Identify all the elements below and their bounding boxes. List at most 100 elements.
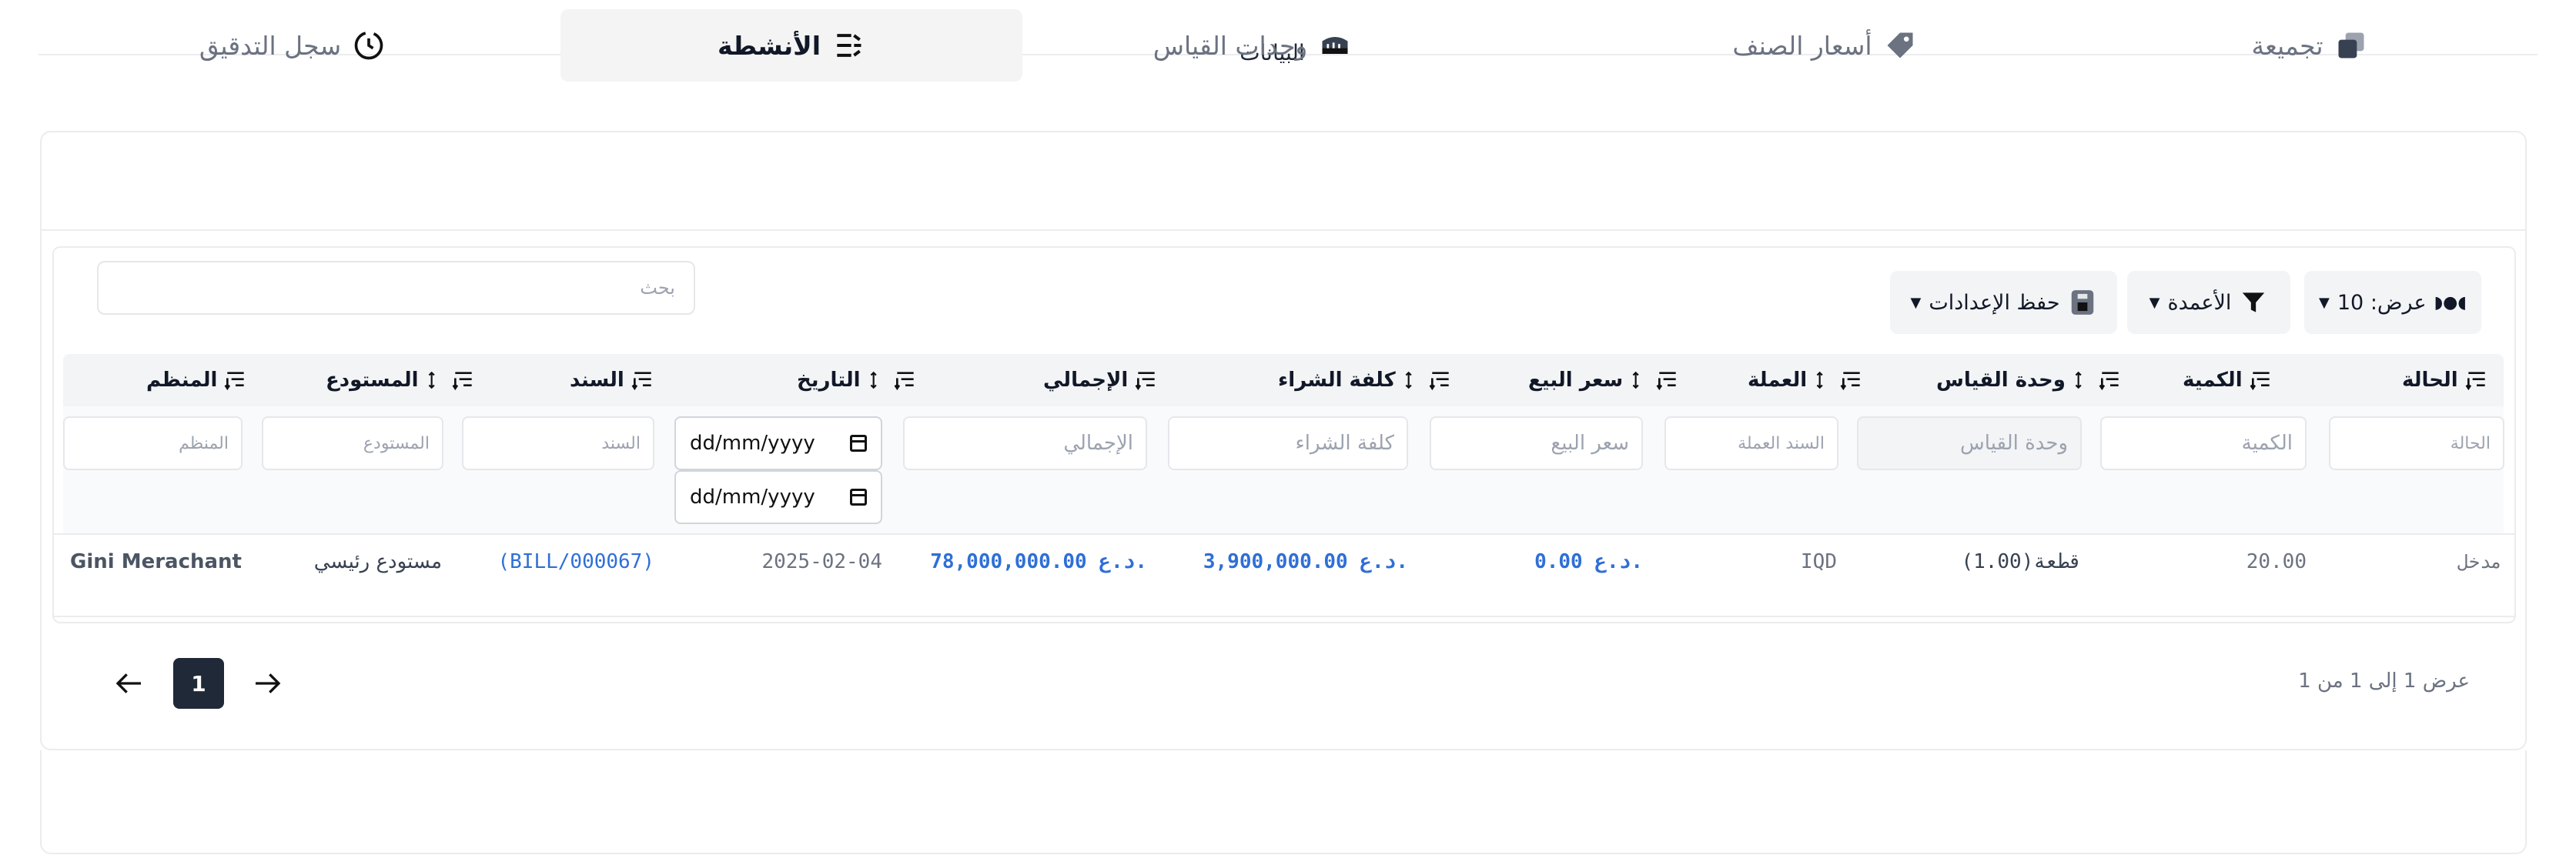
col-header-label: سعر البيع xyxy=(1528,369,1624,392)
sort-arrows-icon xyxy=(1405,371,1412,389)
filter-quantity-input[interactable] xyxy=(2100,416,2307,470)
sort-icon xyxy=(1135,372,1155,391)
page-size-label: عرض: 10 xyxy=(2337,290,2427,315)
tab-label: تجميعة xyxy=(2251,30,2323,61)
sort-arrows-icon xyxy=(870,371,877,389)
cell-warehouse: مستودع رئيسي xyxy=(313,550,442,573)
sort-arrows-icon xyxy=(1816,371,1823,389)
col-header-status[interactable]: الحالة xyxy=(2402,366,2489,394)
sort-icon xyxy=(2099,372,2119,391)
col-header-sale-price[interactable]: سعر البيع xyxy=(1528,366,1680,394)
search-input[interactable] xyxy=(97,261,695,315)
col-header-purchase-cost[interactable]: كلفة الشراء xyxy=(1278,366,1453,394)
chevron-down-icon: ▼ xyxy=(2319,294,2330,311)
cell-quantity: 20.00 xyxy=(2246,550,2307,573)
chevron-down-icon: ▼ xyxy=(1910,294,1922,311)
list-tree-icon xyxy=(837,34,861,57)
save-icon xyxy=(2071,290,2093,315)
col-header-voucher[interactable]: السند xyxy=(570,366,655,394)
sort-icon xyxy=(894,372,914,391)
filter-currency-input[interactable] xyxy=(1664,416,1838,470)
filter-status-input[interactable] xyxy=(2329,416,2504,470)
col-header-label: كلفة الشراء xyxy=(1278,369,1396,392)
tab-activities[interactable]: الأنشطة xyxy=(560,9,1022,82)
date-placeholder: dd/mm/yyyy xyxy=(690,432,815,455)
sort-icon xyxy=(1840,372,1860,391)
save-settings-label: حفظ الإعدادات xyxy=(1929,290,2060,315)
card-footer-area xyxy=(40,750,2527,854)
sort-icon xyxy=(2250,372,2270,391)
tab-bundle[interactable]: تجميعة xyxy=(2109,9,2510,82)
ruler-icon xyxy=(1322,37,1348,54)
col-header-uom[interactable]: وحدة القياس xyxy=(1936,366,2123,394)
col-header-currency[interactable]: العملة xyxy=(1748,366,1864,394)
col-header-organizer[interactable]: المنظم xyxy=(146,366,248,394)
sort-icon xyxy=(1656,372,1676,391)
tab-label: الأنشطة xyxy=(718,30,821,61)
tab-audit-log[interactable]: سجل التدقيق xyxy=(100,9,485,82)
columns-label: الأعمدة xyxy=(2167,290,2232,315)
cell-status: مدخل xyxy=(2457,551,2502,573)
filter-organizer-input[interactable] xyxy=(63,416,243,470)
calendar-icon xyxy=(850,489,867,506)
tab-units-of-measure[interactable]: وحدات القياس xyxy=(1022,9,1484,82)
tab-item-prices[interactable]: أسعار الصنف xyxy=(1594,9,2056,82)
calendar-icon xyxy=(850,435,867,452)
filter-date-from[interactable]: dd/mm/yyyy xyxy=(674,416,882,470)
sort-arrows-icon xyxy=(428,371,435,389)
filter-warehouse-input[interactable] xyxy=(262,416,443,470)
pagination-info: عرض 1 إلى 1 من 1 xyxy=(2298,670,2470,693)
col-header-label: المستودع xyxy=(326,369,419,392)
pagination-prev-button[interactable] xyxy=(104,658,155,709)
save-settings-dropdown[interactable]: حفظ الإعدادات ▼ xyxy=(1890,271,2117,334)
sort-icon xyxy=(1429,372,1449,391)
layers-icon xyxy=(2338,32,2364,58)
pagination-page-1[interactable]: 1 xyxy=(173,658,224,709)
sort-icon xyxy=(631,372,651,391)
history-clock-icon xyxy=(354,31,383,60)
tab-label: سجل التدقيق xyxy=(199,30,342,61)
toggle-icon: ◖●◗ xyxy=(2434,292,2467,312)
col-header-date[interactable]: التاريخ xyxy=(797,366,918,394)
tag-icon xyxy=(1887,32,1913,58)
filter-icon xyxy=(2243,292,2265,312)
columns-dropdown[interactable]: الأعمدة ▼ xyxy=(2127,271,2290,334)
date-placeholder: dd/mm/yyyy xyxy=(690,486,815,509)
col-header-label: المنظم xyxy=(146,369,218,392)
filter-voucher-input[interactable] xyxy=(462,416,654,470)
filter-total-input[interactable] xyxy=(903,416,1147,470)
sort-arrows-icon xyxy=(1632,371,1639,389)
cell-purchase-cost: 3,900,000.00 د.ع. xyxy=(1203,550,1408,573)
sort-arrows-icon xyxy=(2075,371,2082,389)
filter-purchase-cost-input[interactable] xyxy=(1168,416,1408,470)
col-header-label: الإجمالي xyxy=(1043,369,1129,392)
tab-bar xyxy=(42,132,2525,231)
pagination-next-button[interactable] xyxy=(242,658,293,709)
cell-total: 78,000,000.00 د.ع. xyxy=(930,550,1147,573)
cell-currency: IQD xyxy=(1801,550,1837,573)
chevron-down-icon: ▼ xyxy=(2149,294,2160,311)
col-header-label: الكمية xyxy=(2183,369,2243,392)
filter-date-to[interactable]: dd/mm/yyyy xyxy=(674,470,882,524)
row-divider xyxy=(52,616,2516,617)
col-header-warehouse[interactable]: المستودع xyxy=(326,366,476,394)
col-header-label: التاريخ xyxy=(797,369,861,392)
cell-sale-price: 0.00 د.ع. xyxy=(1534,550,1643,573)
arrow-left-icon xyxy=(115,673,141,693)
col-header-label: وحدة القياس xyxy=(1936,369,2066,392)
col-header-label: العملة xyxy=(1748,369,1808,392)
col-header-total[interactable]: الإجمالي xyxy=(1043,366,1159,394)
sort-icon xyxy=(2465,372,2485,391)
row-divider xyxy=(52,533,2516,535)
filter-sale-price-input[interactable] xyxy=(1430,416,1643,470)
sort-icon xyxy=(224,372,245,391)
cell-voucher-link[interactable]: (BILL/000067) xyxy=(498,548,655,576)
cell-date: 2025-02-04 xyxy=(761,550,882,573)
tab-label: أسعار الصنف xyxy=(1732,30,1872,61)
col-header-quantity[interactable]: الكمية xyxy=(2183,366,2273,394)
sort-icon xyxy=(452,372,472,391)
page-size-dropdown[interactable]: ◖●◗ عرض: 10 ▼ xyxy=(2304,271,2481,334)
col-header-label: السند xyxy=(570,369,624,392)
filter-uom-input[interactable] xyxy=(1857,416,2082,470)
cell-uom: قطعة(1.00) xyxy=(1961,550,2082,573)
